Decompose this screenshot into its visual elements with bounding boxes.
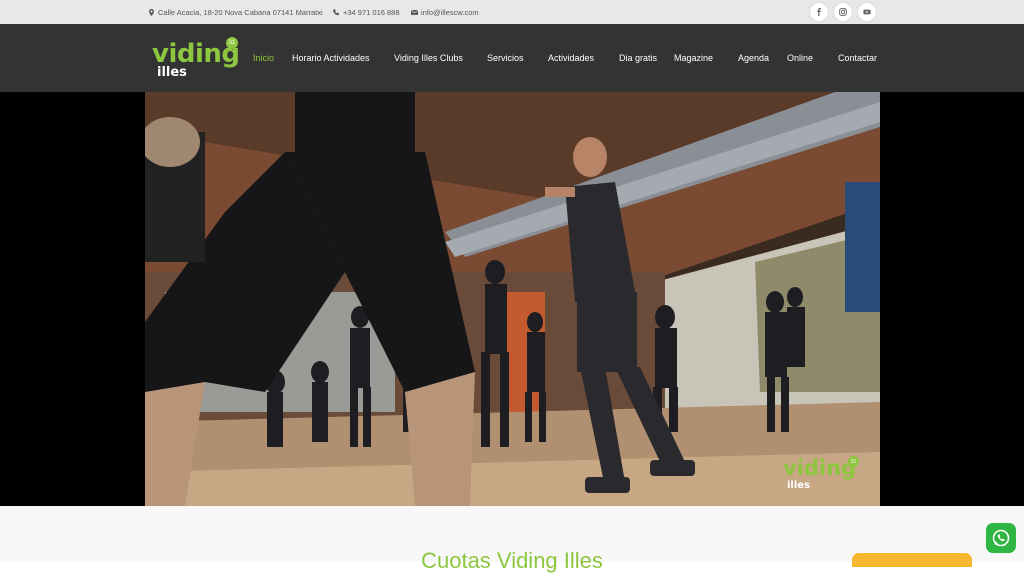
nav-agenda[interactable]: Agenda <box>738 24 769 92</box>
map-pin-icon <box>149 8 154 16</box>
phone-icon <box>333 8 340 15</box>
facebook-link[interactable] <box>810 3 828 21</box>
watermark-sub: illes <box>787 480 811 491</box>
watermark-badge: 31 <box>848 456 859 467</box>
facebook-icon <box>817 8 821 16</box>
whatsapp-icon <box>992 529 1010 547</box>
hero-video[interactable]: viding 31 illes <box>145 92 880 506</box>
nav-actividades[interactable]: Actividades <box>548 24 594 92</box>
nav-contactar[interactable]: Contactar <box>838 24 877 92</box>
nav-viding-illes-clubs[interactable]: Viding Illes Clubs <box>394 24 463 92</box>
hero-watermark-logo: viding 31 illes <box>783 456 873 496</box>
phone-info[interactable]: +34 971 016 888 <box>333 0 400 24</box>
main-navbar: viding 31 illes Inicio Horario Actividad… <box>0 24 1024 92</box>
instagram-link[interactable] <box>834 3 852 21</box>
nav-inicio[interactable]: Inicio <box>253 24 274 92</box>
phone-text[interactable]: +34 971 016 888 <box>343 8 400 17</box>
logo-sub: illes <box>157 65 187 80</box>
address-info: Calle Acacia, 18-20 Nova Cabana 07141 Ma… <box>148 0 323 24</box>
hero-scene <box>145 92 880 506</box>
cta-tab-button[interactable] <box>852 553 972 567</box>
nav-dia-gratis[interactable]: Dia gratis <box>619 24 657 92</box>
youtube-link[interactable] <box>858 3 876 21</box>
site-logo[interactable]: viding 31 illes <box>150 36 240 82</box>
logo-badge: 31 <box>226 37 238 49</box>
top-info-bar: Calle Acacia, 18-20 Nova Cabana 07141 Ma… <box>0 0 1024 24</box>
whatsapp-button[interactable] <box>986 523 1016 553</box>
nav-horario-actividades[interactable]: Horario Actividades <box>292 24 370 92</box>
address-text: Calle Acacia, 18-20 Nova Cabana 07141 Ma… <box>158 7 323 17</box>
nav-servicios[interactable]: Servicios <box>487 24 524 92</box>
watermark-brand: viding <box>783 456 857 480</box>
email-info[interactable]: info@illescw.com <box>411 0 479 24</box>
instagram-icon <box>839 8 847 16</box>
youtube-icon <box>863 9 871 15</box>
envelope-icon <box>411 9 418 15</box>
email-text[interactable]: info@illescw.com <box>421 8 479 17</box>
nav-magazine[interactable]: Magazine <box>674 24 713 92</box>
nav-online[interactable]: Online <box>787 24 813 92</box>
